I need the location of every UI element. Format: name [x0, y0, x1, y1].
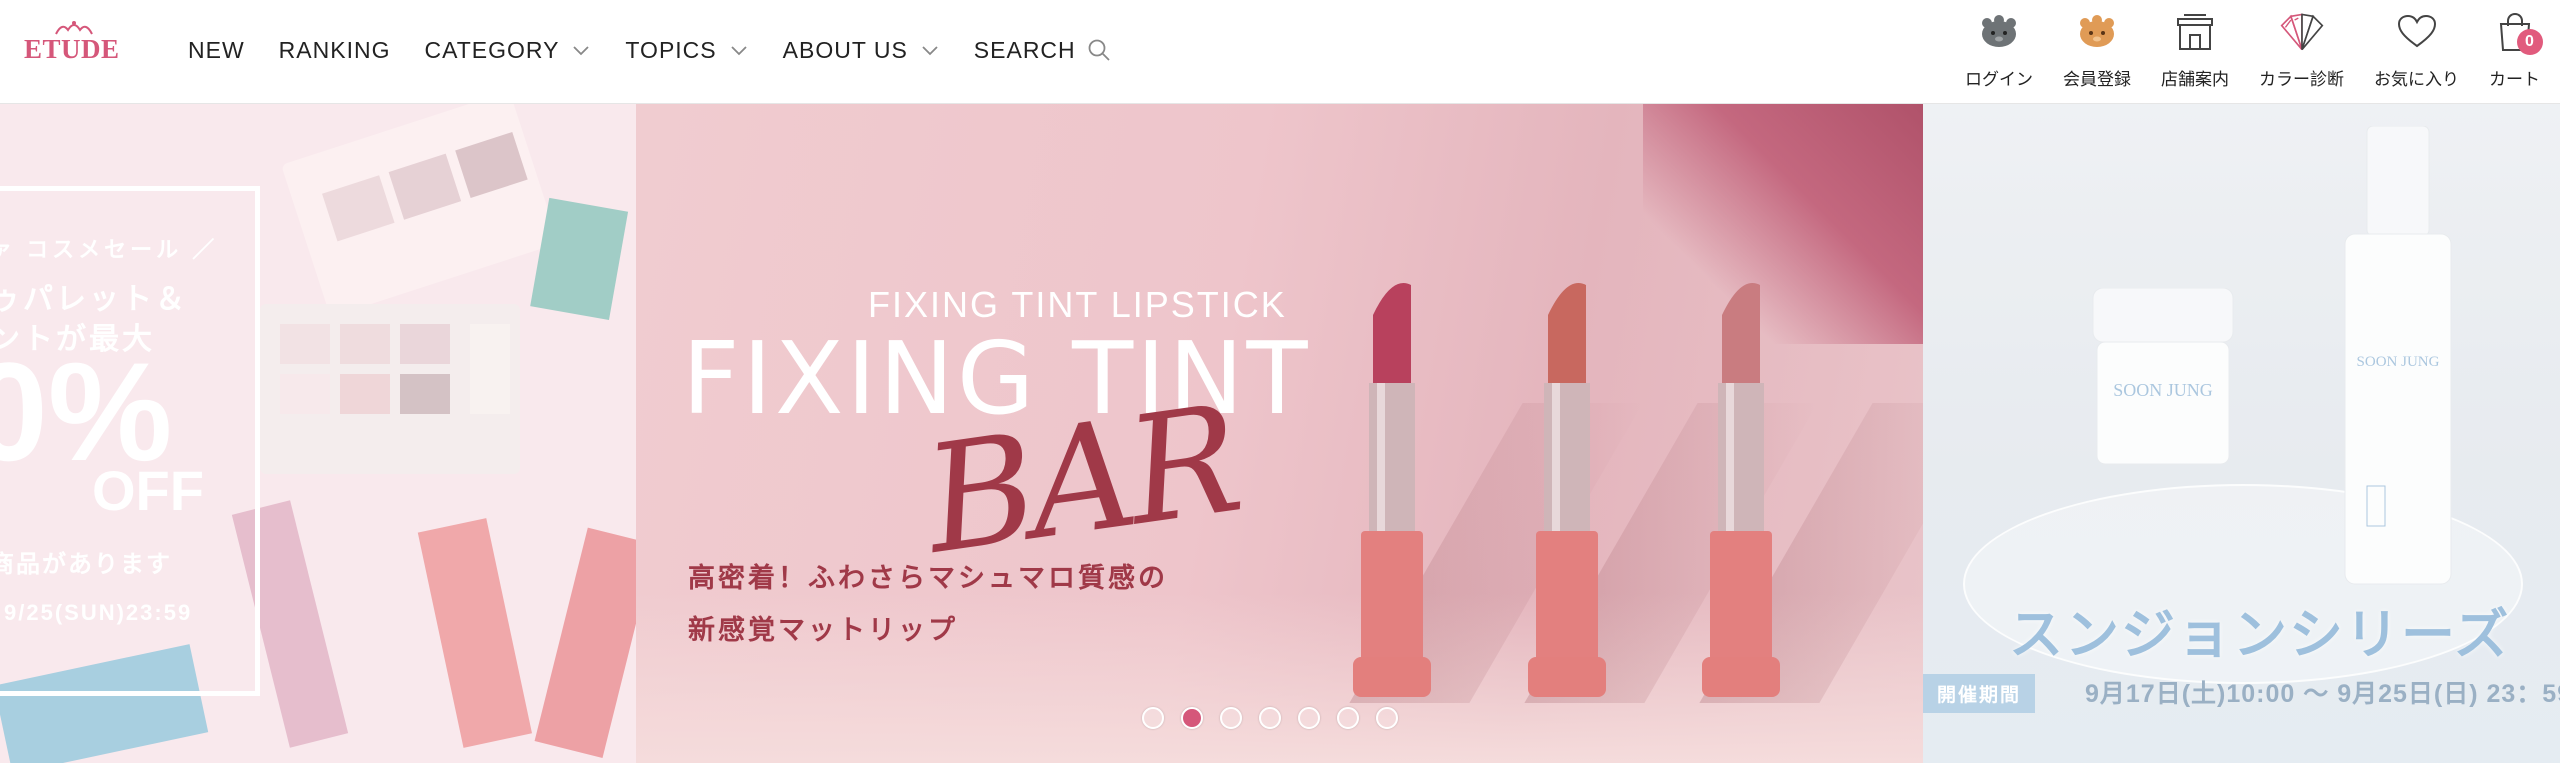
nav-about-us[interactable]: ABOUT US [783, 37, 940, 64]
login-character-icon [1975, 10, 2023, 53]
carousel-dot-4[interactable] [1259, 707, 1281, 729]
nav-ranking[interactable]: RANKING [279, 37, 391, 64]
hero-carousel: ァ コスメセール ／ ゥパレット＆ ントが最大 0% OFF 商品があります 9… [0, 104, 2560, 763]
sale-off: OFF [92, 459, 204, 522]
carousel-slide-previous[interactable]: ァ コスメセール ／ ゥパレット＆ ントが最大 0% OFF 商品があります 9… [0, 104, 636, 763]
site-header: ETUDE NEW RANKING CATEGORY TOPICS ABOUT … [0, 0, 2560, 104]
cart-link[interactable]: 0 カート [2489, 10, 2543, 90]
carousel-dot-1[interactable] [1142, 707, 1164, 729]
sale-date: 9/25(SUN)23:59 [4, 600, 193, 625]
nav-category[interactable]: CATEGORY [424, 37, 591, 64]
carousel-pagination [1142, 707, 1415, 729]
nav-about-us-label: ABOUT US [782, 36, 908, 63]
nav-new-label: NEW [188, 36, 245, 63]
period-badge: 開催期間 [1923, 674, 2036, 713]
carousel-dot-2[interactable] [1181, 707, 1203, 729]
carousel-dot-3[interactable] [1220, 707, 1242, 729]
banner-description-line2: 新感覚マットリップ [688, 615, 958, 645]
store-link[interactable]: 店舗案内 [2161, 10, 2229, 90]
lipstick-image [1353, 283, 1431, 697]
sale-text-line4: 商品があります [0, 551, 172, 578]
cart-label: カート [2489, 70, 2540, 89]
heart-icon [2393, 10, 2441, 53]
color-diagnosis-label: カラー診断 [2259, 70, 2344, 89]
series-title: スンジョンシリーズ [2009, 605, 2511, 665]
nav-ranking-label: RANKING [278, 36, 391, 63]
cart-bag-icon: 0 [2491, 10, 2543, 55]
lipstick-image [1702, 283, 1780, 697]
register-character-icon [2073, 10, 2121, 53]
chevron-down-icon [731, 46, 747, 56]
cart-count-badge: 0 [2516, 29, 2543, 55]
period-date: 9月17日(土)10:00 〜 9月25日(日) 23：59 [2085, 680, 2560, 708]
carousel-dot-6[interactable] [1337, 707, 1359, 729]
nav-search[interactable]: SEARCH [974, 37, 1112, 64]
search-icon [1088, 39, 1110, 61]
carousel-slide-active[interactable]: FIXING TINT LIPSTICK FIXING TINT BAR 高密着… [636, 104, 1923, 763]
chevron-down-icon [573, 46, 590, 56]
chevron-down-icon [922, 46, 938, 56]
etude-logo[interactable]: ETUDE [24, 18, 120, 66]
register-label: 会員登録 [2063, 70, 2131, 89]
nav-search-label: SEARCH [973, 36, 1076, 63]
register-link[interactable]: 会員登録 [2063, 10, 2131, 90]
main-nav: NEW RANKING CATEGORY TOPICS ABOUT US SEA… [188, 30, 1146, 70]
nav-category-label: CATEGORY [424, 36, 560, 63]
banner-description-line1: 高密着！ふわさらマシュマロ質感の [688, 563, 1168, 593]
nav-topics[interactable]: TOPICS [625, 37, 748, 64]
favorites-link[interactable]: お気に入り [2374, 10, 2459, 90]
login-link[interactable]: ログイン [1965, 10, 2033, 90]
carousel-dot-5[interactable] [1298, 707, 1320, 729]
sale-text-line2: ゥパレット＆ [0, 283, 188, 316]
login-label: ログイン [1965, 70, 2033, 89]
logo-text: ETUDE [24, 34, 120, 64]
carousel-slide-next[interactable]: SOON JUNG SOON JUNG スンジョンシリーズ 開催期間 9月17日… [1923, 104, 2560, 763]
sale-text-line1: ァ コスメセール ／ [0, 237, 219, 262]
store-icon [2171, 10, 2219, 53]
color-diagnosis-link[interactable]: カラー診断 [2259, 10, 2344, 90]
color-palette-icon [2278, 10, 2326, 53]
favorites-label: お気に入り [2374, 70, 2459, 89]
carousel-dot-7[interactable] [1376, 707, 1398, 729]
lipstick-image [1528, 283, 1606, 697]
nav-new[interactable]: NEW [188, 37, 245, 64]
nav-topics-label: TOPICS [625, 36, 717, 63]
utility-nav: ログイン 会員登録 店舗案内 カラー診断 お気に入り 0 カート [1935, 10, 2543, 90]
store-label: 店舗案内 [2161, 70, 2229, 89]
